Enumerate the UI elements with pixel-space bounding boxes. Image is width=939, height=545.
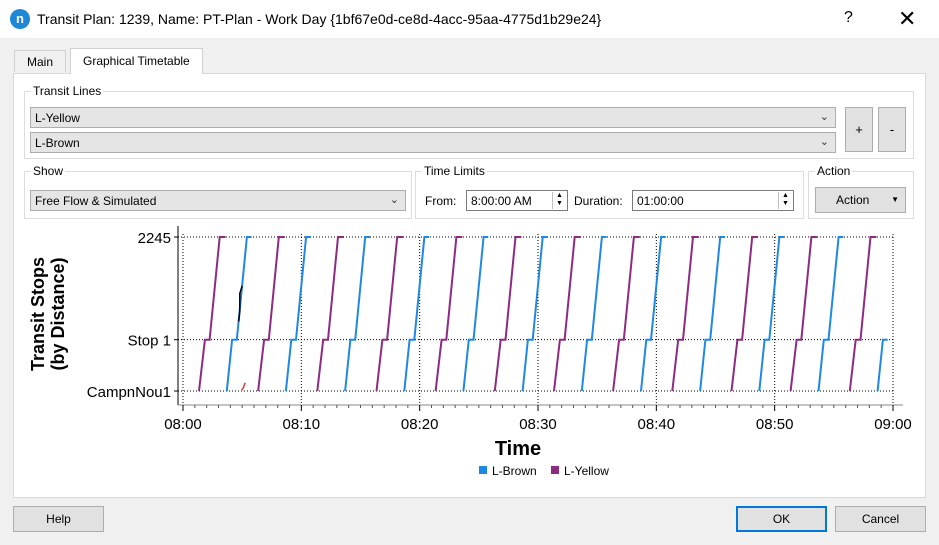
trip-line bbox=[257, 236, 285, 392]
transit-line-2-value: L-Brown bbox=[35, 136, 80, 150]
app-icon: n bbox=[10, 9, 30, 29]
action-group-label: Action bbox=[815, 164, 853, 178]
remove-line-button[interactable]: - bbox=[878, 107, 906, 152]
transit-line-1-value: L-Yellow bbox=[35, 111, 80, 125]
trip-line bbox=[403, 236, 430, 392]
title-bar: n Transit Plan: 1239, Name: PT-Plan - Wo… bbox=[0, 0, 939, 38]
show-value: Free Flow & Simulated bbox=[35, 194, 157, 208]
legend-label: L-Brown bbox=[492, 464, 537, 478]
chevron-down-icon: ⌄ bbox=[389, 194, 399, 206]
trip-line bbox=[521, 236, 548, 392]
add-line-button[interactable]: + bbox=[845, 107, 873, 152]
x-tick-label: 08:40 bbox=[638, 416, 676, 433]
trip-line bbox=[344, 236, 370, 392]
close-icon[interactable]: ✕ bbox=[898, 6, 916, 32]
spin-arrows-icon[interactable]: ▲ ▼ bbox=[778, 192, 792, 209]
help-button[interactable]: Help bbox=[13, 506, 104, 532]
trip-line bbox=[375, 236, 404, 392]
help-icon[interactable]: ? bbox=[844, 9, 853, 27]
legend-swatch bbox=[479, 466, 487, 474]
chevron-down-icon: ⌄ bbox=[819, 111, 829, 123]
timetable-chart: Transit Stops (by Distance) CampnNou1 Sto… bbox=[28, 226, 912, 478]
trip-line bbox=[580, 236, 607, 392]
trip-line bbox=[316, 236, 344, 392]
from-time-input[interactable]: 8:00:00 AM ▲ ▼ bbox=[466, 190, 568, 211]
time-limits-label: Time Limits bbox=[422, 164, 487, 178]
legend-swatch bbox=[551, 466, 559, 474]
action-button-label: Action bbox=[836, 193, 870, 207]
trip-line bbox=[789, 236, 818, 392]
from-label: From: bbox=[425, 194, 457, 208]
action-menu-button[interactable]: Action ▼ bbox=[815, 187, 906, 213]
trip-line bbox=[434, 236, 463, 392]
y-tick-label: 2245 bbox=[138, 230, 171, 247]
x-tick-label: 09:00 bbox=[874, 416, 912, 433]
x-axis-label: Time bbox=[495, 438, 541, 460]
trip-line bbox=[640, 236, 666, 392]
chart-series bbox=[198, 236, 888, 392]
trip-line bbox=[758, 236, 785, 392]
x-tick-label: 08:50 bbox=[756, 416, 794, 433]
x-tick-label: 08:10 bbox=[283, 416, 321, 433]
trip-line bbox=[876, 338, 888, 392]
x-tick-label: 08:00 bbox=[164, 416, 202, 433]
trip-line bbox=[671, 236, 699, 392]
ok-button[interactable]: OK bbox=[736, 506, 827, 532]
trip-line bbox=[462, 236, 489, 392]
trip-line bbox=[817, 236, 844, 392]
tab-graphical-timetable[interactable]: Graphical Timetable bbox=[70, 48, 203, 74]
duration-input[interactable]: 01:00:00 ▲ ▼ bbox=[632, 190, 794, 211]
y-axis-label-line-1: Transit Stops bbox=[28, 257, 48, 371]
trip-line bbox=[730, 236, 759, 392]
show-label: Show bbox=[31, 164, 66, 178]
chart-grid bbox=[178, 234, 895, 405]
legend-label: L-Yellow bbox=[564, 464, 609, 478]
dropdown-arrow-icon: ▼ bbox=[891, 195, 899, 204]
trip-line bbox=[848, 236, 877, 392]
x-tick-label: 08:30 bbox=[519, 416, 557, 433]
simulated-trip-line bbox=[241, 382, 246, 391]
transit-lines-label: Transit Lines bbox=[31, 84, 104, 98]
spin-arrows-icon[interactable]: ▲ ▼ bbox=[552, 192, 566, 209]
y-axis-label-line-2: (by Distance) bbox=[48, 257, 68, 370]
y-tick-label: Stop 1 bbox=[128, 333, 171, 350]
series-l-yellow bbox=[198, 236, 877, 392]
chevron-down-icon: ⌄ bbox=[819, 136, 829, 148]
duration-value: 01:00:00 bbox=[637, 194, 684, 208]
x-tick-label: 08:20 bbox=[401, 416, 439, 433]
duration-label: Duration: bbox=[574, 194, 623, 208]
chart-legend: L-Brown L-Yellow bbox=[479, 464, 609, 478]
y-tick-label: CampnNou1 bbox=[87, 384, 171, 401]
trip-line bbox=[699, 236, 725, 392]
cancel-button[interactable]: Cancel bbox=[835, 506, 926, 532]
tab-main[interactable]: Main bbox=[14, 50, 67, 72]
transit-line-combo-2[interactable]: L-Brown ⌄ bbox=[30, 132, 836, 153]
window-title: Transit Plan: 1239, Name: PT-Plan - Work… bbox=[37, 11, 602, 27]
trip-line bbox=[198, 236, 226, 392]
trip-line bbox=[612, 236, 640, 392]
trip-line bbox=[553, 236, 581, 392]
trip-line bbox=[493, 236, 522, 392]
from-time-value: 8:00:00 AM bbox=[471, 194, 532, 208]
transit-line-combo-1[interactable]: L-Yellow ⌄ bbox=[30, 107, 836, 128]
y-axis-label: Transit Stops (by Distance) bbox=[28, 257, 68, 371]
show-combo[interactable]: Free Flow & Simulated ⌄ bbox=[30, 190, 406, 211]
trip-line bbox=[284, 236, 311, 392]
